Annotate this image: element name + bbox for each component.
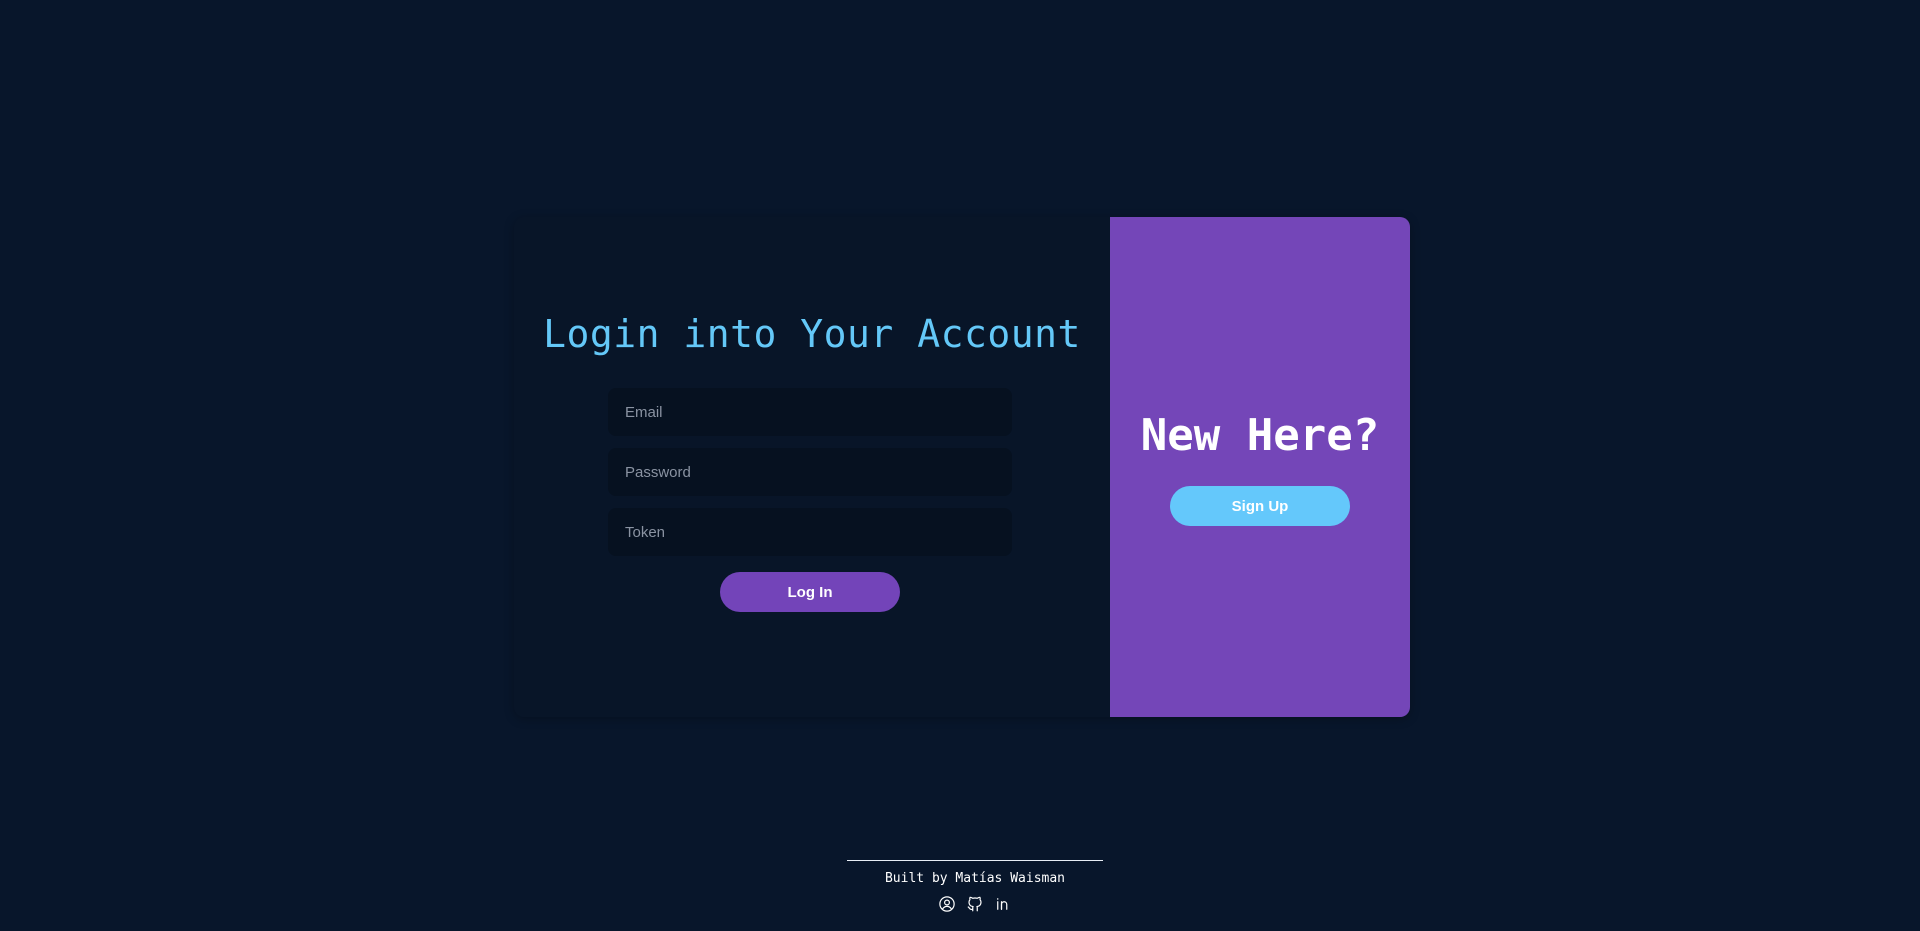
token-field[interactable] <box>608 508 1012 556</box>
footer-credit: Built by Matías Waisman <box>884 871 1065 886</box>
footer-social-links <box>847 894 1103 914</box>
login-panel: Login into Your Account Log In <box>514 217 1110 717</box>
user-circle-icon[interactable] <box>937 894 957 914</box>
password-field[interactable] <box>608 448 1012 496</box>
auth-card: Login into Your Account Log In New Here?… <box>514 217 1410 717</box>
login-button[interactable]: Log In <box>720 572 900 612</box>
footer-divider <box>847 860 1103 861</box>
login-page: Login into Your Account Log In New Here?… <box>0 0 1920 931</box>
signup-panel: New Here? Sign Up <box>1110 217 1410 717</box>
linkedin-icon[interactable] <box>993 894 1013 914</box>
signup-button[interactable]: Sign Up <box>1170 486 1350 526</box>
footer: Built by Matías Waisman <box>847 860 1103 914</box>
email-field[interactable] <box>608 388 1012 436</box>
github-icon[interactable] <box>965 894 985 914</box>
signup-title: New Here? <box>1140 410 1380 461</box>
login-title: Login into Your Account <box>543 312 1081 356</box>
